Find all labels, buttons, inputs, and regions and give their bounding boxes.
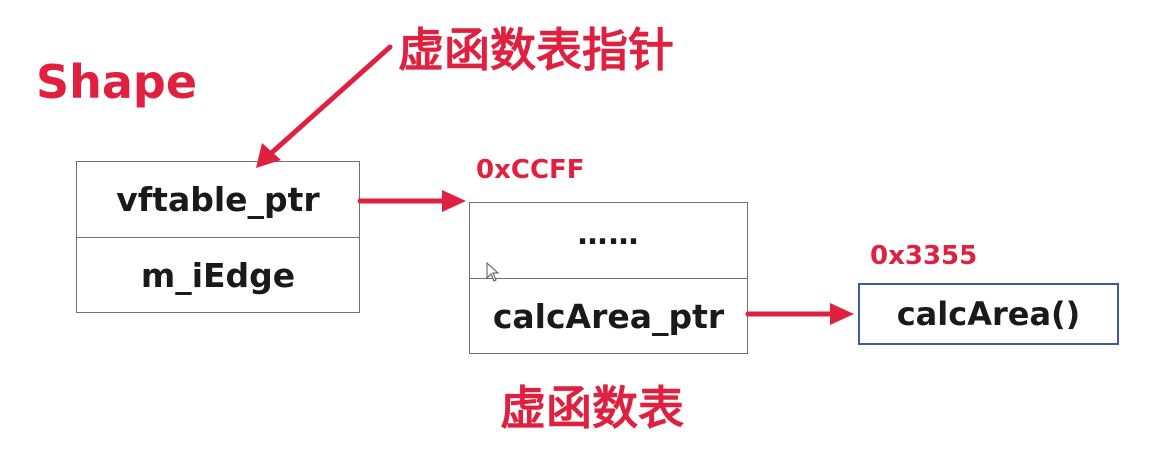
vptr-to-vtable-arrowhead xyxy=(442,190,466,212)
arrows-layer xyxy=(256,44,854,325)
ptr-to-function-arrowhead xyxy=(830,303,854,325)
mouse-cursor-icon xyxy=(486,262,500,282)
vptr-label-arrow-line xyxy=(265,44,393,159)
